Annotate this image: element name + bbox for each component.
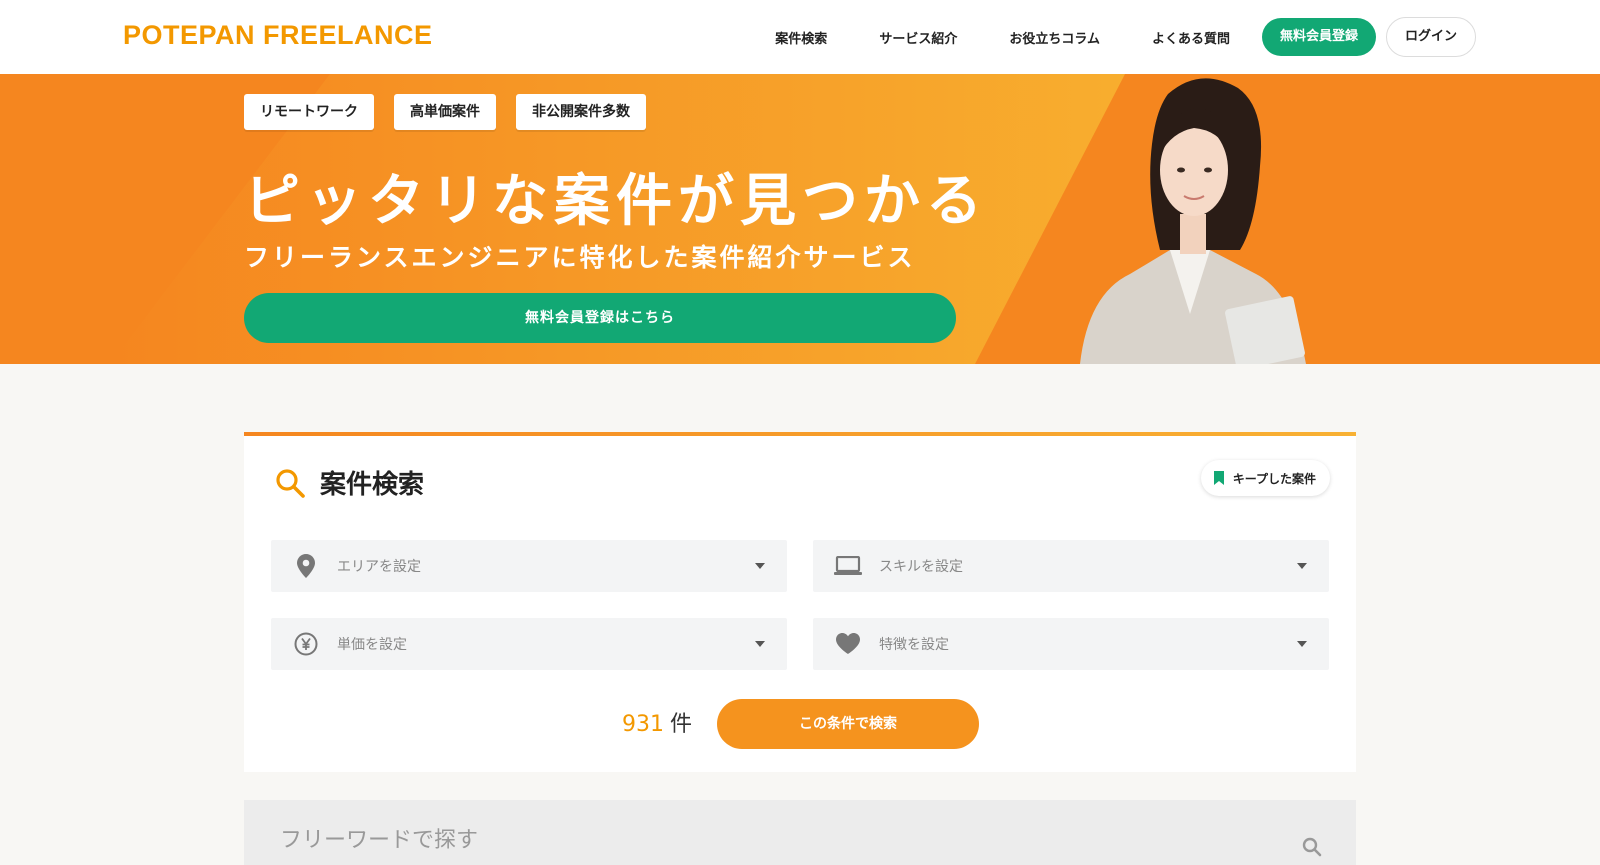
skill-filter-select[interactable]: スキルを設定 xyxy=(813,540,1329,592)
hero-register-button[interactable]: 無料会員登録はこちら xyxy=(244,293,956,343)
price-filter-select[interactable]: 単価を設定 xyxy=(271,618,787,670)
register-button[interactable]: 無料会員登録 xyxy=(1261,18,1376,56)
kept-jobs-button[interactable]: キープした案件 xyxy=(1200,460,1330,496)
job-search-card: 案件検索 キープした案件 エリアを設定 スキルを設定 単価を設定 特徴を設定 9… xyxy=(244,432,1356,772)
result-count: 931 件 xyxy=(622,706,692,738)
tag-remote: リモートワーク xyxy=(244,94,374,130)
result-count-value: 931 xyxy=(622,712,664,737)
laptop-icon xyxy=(834,556,862,575)
area-filter-label: エリアを設定 xyxy=(337,559,421,575)
bookmark-icon xyxy=(1213,471,1224,485)
chevron-down-icon xyxy=(755,563,765,569)
search-title: 案件検索 xyxy=(320,470,425,500)
hero-banner: リモートワーク 高単価案件 非公開案件多数 ピッタリな案件が見つかる フリーラン… xyxy=(0,74,1600,364)
chevron-down-icon xyxy=(1297,641,1307,647)
nav-item-faq[interactable]: よくある質問 xyxy=(1152,28,1230,47)
login-button[interactable]: ログイン xyxy=(1385,17,1476,57)
feature-filter-label: 特徴を設定 xyxy=(879,637,949,653)
nav-item-service[interactable]: サービス紹介 xyxy=(879,28,957,47)
result-count-unit: 件 xyxy=(670,712,693,737)
kept-jobs-label: キープした案件 xyxy=(1232,471,1316,486)
main-nav: 案件検索 サービス紹介 お役立ちコラム よくある質問 無料会員登録 ログイン xyxy=(775,0,1600,74)
heart-icon xyxy=(836,633,860,654)
site-header: POTEPAN FREELANCE 案件検索 サービス紹介 お役立ちコラム よく… xyxy=(0,0,1600,74)
search-header: 案件検索 xyxy=(274,464,424,501)
price-filter-label: 単価を設定 xyxy=(337,637,407,653)
tag-high-price: 高単価案件 xyxy=(394,94,496,130)
freeword-search-box xyxy=(244,800,1356,865)
chevron-down-icon xyxy=(1297,563,1307,569)
search-icon[interactable] xyxy=(1302,837,1322,857)
tag-private-jobs: 非公開案件多数 xyxy=(516,94,646,130)
skill-filter-label: スキルを設定 xyxy=(879,559,963,575)
location-pin-icon xyxy=(297,554,315,578)
hero-person-image xyxy=(1080,78,1306,364)
area-filter-select[interactable]: エリアを設定 xyxy=(271,540,787,592)
nav-item-column[interactable]: お役立ちコラム xyxy=(1009,28,1100,47)
hero-title: ピッタリな案件が見つかる xyxy=(244,169,988,234)
freeword-search-input[interactable] xyxy=(244,800,1356,865)
logo[interactable]: POTEPAN FREELANCE xyxy=(123,20,433,51)
search-submit-button[interactable]: この条件で検索 xyxy=(717,699,979,749)
yen-icon xyxy=(294,632,318,656)
search-icon xyxy=(276,468,305,498)
hero-tags: リモートワーク 高単価案件 非公開案件多数 xyxy=(244,94,666,130)
hero-subtitle: フリーランスエンジニアに特化した案件紹介サービス xyxy=(244,243,916,272)
chevron-down-icon xyxy=(755,641,765,647)
feature-filter-select[interactable]: 特徴を設定 xyxy=(813,618,1329,670)
nav-item-job-search[interactable]: 案件検索 xyxy=(775,28,827,47)
